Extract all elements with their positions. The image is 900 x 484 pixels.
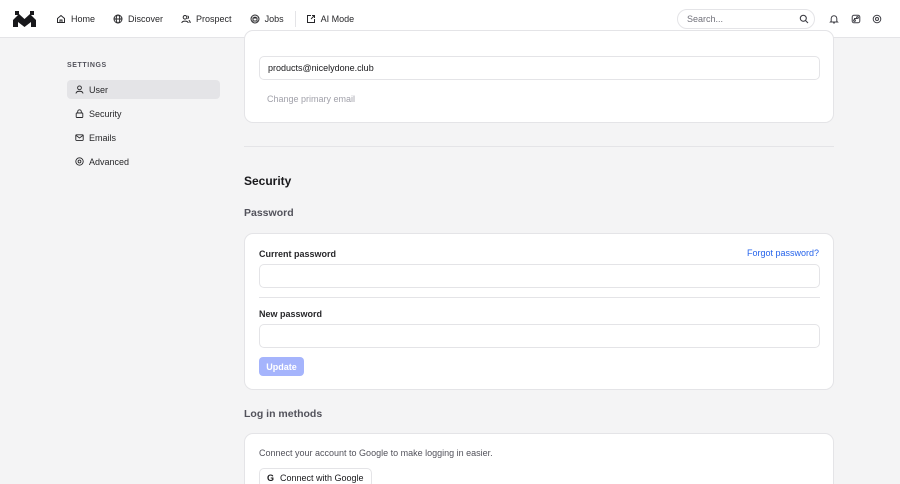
sidebar-item-advanced[interactable]: Advanced xyxy=(67,152,220,171)
nav-discover[interactable]: Discover xyxy=(113,0,163,38)
email-field[interactable] xyxy=(259,56,820,80)
sidebar-item-label: User xyxy=(89,84,109,95)
nav-separator xyxy=(294,11,296,27)
sidebar-item-security[interactable]: Security xyxy=(67,104,220,123)
sidebar-item-emails[interactable]: Emails xyxy=(67,128,220,147)
connect-google-label: Connect with Google xyxy=(280,473,364,483)
password-card: Current password Forgot password? New pa… xyxy=(244,233,834,390)
login-methods-card: Connect your account to Google to make l… xyxy=(244,433,834,484)
nav-home-label: Home xyxy=(71,14,96,24)
nav-prospect[interactable]: Prospect xyxy=(181,0,232,38)
gear-icon[interactable] xyxy=(872,14,882,24)
section-divider xyxy=(244,146,834,147)
nav-home[interactable]: Home xyxy=(56,0,95,38)
sidebar-item-label: Advanced xyxy=(89,156,130,167)
search-icon[interactable] xyxy=(799,14,809,24)
login-methods-heading: Log in methods xyxy=(244,408,323,420)
forgot-password-link[interactable]: Forgot password? xyxy=(747,248,819,258)
update-button[interactable]: Update xyxy=(259,357,304,376)
password-heading: Password xyxy=(244,207,294,219)
globe-icon xyxy=(113,14,123,24)
logo-icon[interactable] xyxy=(13,11,36,27)
change-primary-email-button[interactable]: Change primary email xyxy=(259,90,364,108)
field-divider xyxy=(259,297,820,298)
settings-heading: SETTINGS xyxy=(67,62,107,69)
google-icon: G xyxy=(267,473,275,483)
search-input[interactable] xyxy=(677,9,815,29)
connect-google-button[interactable]: G Connect with Google xyxy=(259,468,372,484)
bell-icon[interactable] xyxy=(829,14,839,24)
new-password-field[interactable] xyxy=(259,324,820,348)
current-password-field[interactable] xyxy=(259,264,820,288)
user-icon xyxy=(75,85,84,94)
nav-jobs-label: Jobs xyxy=(264,14,284,24)
sidebar-item-user[interactable]: User xyxy=(67,80,220,99)
nav-ai-mode-label: AI Mode xyxy=(320,14,355,24)
briefcase-icon xyxy=(250,14,260,24)
new-password-label: New password xyxy=(259,309,323,319)
sidebar-item-label: Security xyxy=(89,108,122,119)
lock-icon xyxy=(75,109,84,118)
home-icon xyxy=(57,14,65,23)
security-title: Security xyxy=(244,174,292,188)
sidebar-item-label: Emails xyxy=(89,132,117,143)
nav-prospect-label: Prospect xyxy=(196,14,232,24)
users-icon xyxy=(181,15,191,24)
settings-icon xyxy=(75,157,84,166)
route-icon[interactable] xyxy=(851,14,861,24)
current-password-label: Current password xyxy=(259,249,337,259)
nav-discover-label: Discover xyxy=(128,14,164,24)
login-methods-description: Connect your account to Google to make l… xyxy=(259,448,493,458)
external-link-icon xyxy=(306,15,315,23)
email-card: Change primary email xyxy=(244,30,834,123)
mail-icon xyxy=(75,134,84,141)
